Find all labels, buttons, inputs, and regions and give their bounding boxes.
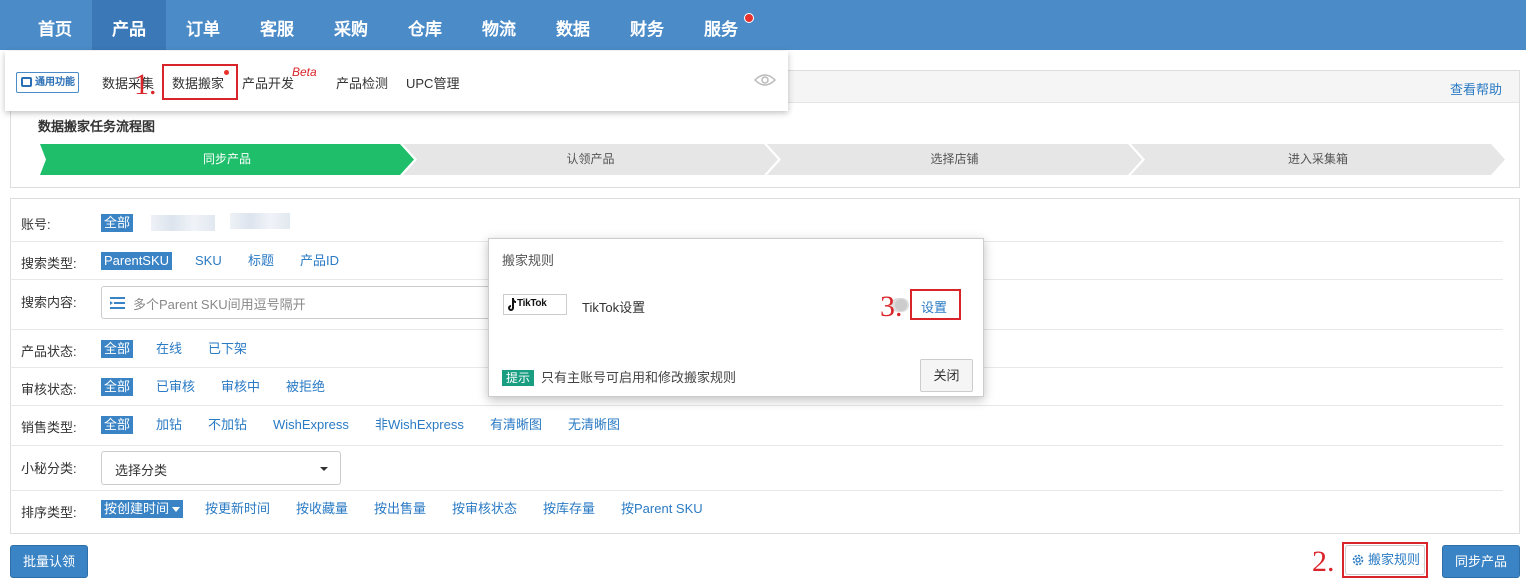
modal-title: 搬家规则 [502,253,555,268]
product-status-label: 产品状态: [21,344,77,359]
sales-type-non-wishexpress[interactable]: 非WishExpress [375,416,464,434]
products-submenu: 通用功能 数据采集 数据搬家 产品开发 Beta 产品检测 UPC管理 [5,51,788,111]
sort-by-favorites[interactable]: 按收藏量 [296,500,348,518]
sort-by-updated[interactable]: 按更新时间 [205,500,270,518]
sort-type-label: 排序类型: [21,505,77,520]
sync-products-button[interactable]: 同步产品 [1442,545,1520,578]
account-blurred-2[interactable] [230,213,290,229]
product-status-delisted[interactable]: 已下架 [208,340,247,358]
nav-finance[interactable]: 财务 [610,0,684,50]
review-status-all[interactable]: 全部 [101,378,134,396]
nav-customer-service[interactable]: 客服 [240,0,314,50]
submenu-upc[interactable]: UPC管理 [406,73,459,92]
flow-step-claim: 认领产品 [403,144,778,175]
search-type-product-id[interactable]: 产品ID [300,252,339,270]
nav-services[interactable]: 服务 [684,0,758,50]
tip-text: 只有主账号可启用和修改搬家规则 [541,370,737,385]
flow-title: 数据搬家任务流程图 [38,119,156,134]
batch-claim-button[interactable]: 批量认领 [10,545,88,578]
search-type-label: 搜索类型: [21,256,77,271]
top-navigation: 首页 产品 订单 客服 采购 仓库 物流 数据 财务 服务 [0,0,1526,50]
sales-type-clear-image[interactable]: 有清晰图 [490,416,542,434]
product-status-online[interactable]: 在线 [156,340,182,358]
tiktok-note-icon [508,298,516,311]
annotation-step-1: 1. [134,68,157,101]
account-blurred-1[interactable] [151,215,215,231]
sort-by-sales[interactable]: 按出售量 [374,500,426,518]
nav-data[interactable]: 数据 [536,0,610,50]
nav-purchasing[interactable]: 采购 [314,0,388,50]
nav-products[interactable]: 产品 [92,0,166,50]
beta-tag: Beta [292,65,317,79]
tiktok-settings-label: TikTok设置 [582,300,646,315]
tiktok-logo: TikTok [503,294,567,315]
sales-type-diamond[interactable]: 加钻 [156,416,182,434]
notification-dot [744,13,754,23]
flow-step-collect-box: 进入采集箱 [1131,144,1505,175]
product-status-all[interactable]: 全部 [101,340,134,358]
review-status-rejected[interactable]: 被拒绝 [286,378,325,396]
account-option-all[interactable]: 全部 [101,214,134,232]
nav-home[interactable]: 首页 [18,0,92,50]
category-label: 小秘分类: [21,461,77,476]
sales-type-all[interactable]: 全部 [101,416,134,434]
search-type-sku[interactable]: SKU [195,252,222,270]
search-type-parentsku[interactable]: ParentSKU [101,252,173,270]
search-type-title[interactable]: 标题 [248,252,274,270]
submenu-product-check[interactable]: 产品检测 [336,73,388,92]
sales-type-no-diamond[interactable]: 不加钻 [208,416,247,434]
sales-type-wishexpress[interactable]: WishExpress [273,416,349,434]
category-select[interactable]: 选择分类 [101,451,341,485]
review-status-approved[interactable]: 已审核 [156,378,195,396]
flow-step-sync: 同步产品 [40,144,414,175]
highlight-box-1 [162,64,238,100]
category-select-value: 选择分类 [115,463,168,478]
eye-icon[interactable] [754,73,776,87]
sort-by-review-status[interactable]: 按审核状态 [452,500,517,518]
nav-logistics[interactable]: 物流 [462,0,536,50]
sales-type-label: 销售类型: [21,420,77,435]
sales-type-no-clear-image[interactable]: 无清晰图 [568,416,620,434]
review-status-pending[interactable]: 审核中 [221,378,260,396]
nav-orders[interactable]: 订单 [166,0,240,50]
annotation-step-2: 2. [1312,545,1335,578]
submenu-product-development[interactable]: 产品开发 [242,73,294,92]
sort-by-created[interactable]: 按创建时间 [101,500,184,518]
sort-by-parent-sku[interactable]: 按Parent SKU [621,500,703,518]
general-functions-badge: 通用功能 [16,72,79,93]
review-status-label: 审核状态: [21,382,77,397]
nav-warehouse[interactable]: 仓库 [388,0,462,50]
chevron-down-icon [320,467,328,471]
close-button[interactable]: 关闭 [920,359,973,392]
tip-badge: 提示 [502,370,535,386]
highlight-box-3 [910,289,961,320]
highlight-box-2 [1342,542,1428,578]
sort-by-stock[interactable]: 按库存量 [543,500,595,518]
robot-icon [21,77,32,87]
annotation-step-3: 3. [880,290,903,323]
help-link[interactable]: 查看帮助 [1450,79,1502,98]
flow-step-select-store: 选择店铺 [767,144,1142,175]
account-label: 账号: [21,217,51,232]
caret-down-icon [172,507,181,512]
